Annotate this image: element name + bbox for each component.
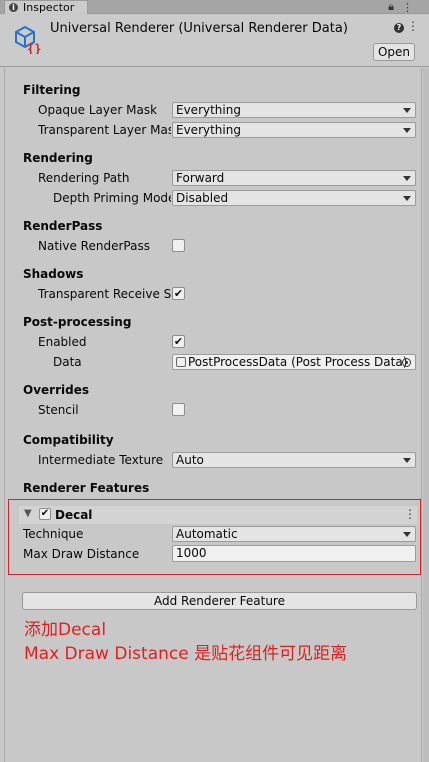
chevron-down-icon	[403, 128, 411, 133]
transparent-layer-mask-label: Transparent Layer Mask	[38, 123, 171, 137]
component-header: {} Universal Renderer (Universal Rendere…	[0, 15, 429, 67]
intermediate-texture-label: Intermediate Texture	[38, 453, 164, 467]
checkmark-icon: ✔	[173, 287, 184, 300]
help-icon[interactable]: ?	[394, 23, 404, 33]
opaque-layer-mask-label: Opaque Layer Mask	[38, 103, 158, 117]
transparent-receive-shadows-checkbox[interactable]: ✔	[172, 287, 185, 300]
chevron-down-icon	[403, 176, 411, 181]
transparent-receive-shadows-label: Transparent Receive Shadows	[38, 287, 171, 301]
checkmark-icon: ✔	[173, 335, 184, 348]
pp-enabled-checkbox[interactable]: ✔	[172, 335, 185, 348]
object-field-value: PostProcessData (Post Process Data)	[188, 355, 408, 369]
tab-bar: i Inspector 🔒︎ ⋮	[0, 0, 429, 14]
section-post-processing: Post-processing	[23, 315, 132, 329]
annotation-highlight-box	[8, 499, 421, 575]
opaque-layer-mask-dropdown[interactable]: Everything	[172, 102, 416, 118]
annotation-line-2: Max Draw Distance 是贴花组件可见距离	[24, 644, 348, 664]
component-title: Universal Renderer (Universal Renderer D…	[50, 21, 348, 36]
section-rendering: Rendering	[23, 151, 93, 165]
section-compatibility: Compatibility	[23, 433, 114, 447]
dropdown-value: Disabled	[176, 191, 229, 205]
dropdown-value: Everything	[176, 103, 241, 117]
section-renderer-features: Renderer Features	[23, 481, 150, 495]
pp-enabled-label: Enabled	[38, 335, 87, 349]
transparent-layer-mask-dropdown[interactable]: Everything	[172, 122, 416, 138]
pp-data-label: Data	[53, 355, 82, 369]
depth-priming-mode-label: Depth Priming Mode	[53, 191, 171, 205]
open-button[interactable]: Open	[373, 43, 415, 61]
stencil-label: Stencil	[38, 403, 79, 417]
lock-icon[interactable]: 🔒︎	[388, 0, 394, 14]
section-overrides: Overrides	[23, 383, 89, 397]
add-renderer-feature-button[interactable]: Add Renderer Feature	[22, 592, 417, 610]
scrollbar[interactable]	[423, 68, 429, 762]
dropdown-value: Everything	[176, 123, 241, 137]
kebab-menu-icon[interactable]: ⋮	[402, 1, 413, 14]
info-icon: i	[9, 3, 18, 12]
tab-actions: 🔒︎ ⋮	[388, 0, 413, 14]
dropdown-value: Auto	[176, 453, 204, 467]
renderer-data-icon: {}	[15, 25, 41, 54]
component-menu-icon[interactable]: ⋮	[407, 19, 419, 33]
intermediate-texture-dropdown[interactable]: Auto	[172, 452, 416, 468]
native-renderpass-label: Native RenderPass	[38, 239, 150, 253]
native-renderpass-checkbox[interactable]	[172, 239, 185, 252]
dropdown-value: Forward	[176, 171, 225, 185]
asset-icon	[176, 357, 186, 367]
rendering-path-dropdown[interactable]: Forward	[172, 170, 416, 186]
chevron-down-icon	[403, 196, 411, 201]
chevron-down-icon	[403, 108, 411, 113]
pp-data-object-field[interactable]: PostProcessData (Post Process Data)	[172, 354, 416, 370]
stencil-checkbox[interactable]	[172, 403, 185, 416]
annotation-line-1: 添加Decal	[24, 620, 107, 640]
object-picker-icon[interactable]	[402, 358, 411, 367]
rendering-path-label: Rendering Path	[38, 171, 130, 185]
depth-priming-mode-dropdown[interactable]: Disabled	[172, 190, 416, 206]
tab-inspector[interactable]: i Inspector	[4, 0, 88, 14]
section-shadows: Shadows	[23, 267, 84, 281]
section-renderpass: RenderPass	[23, 219, 103, 233]
svg-text:{}: {}	[27, 42, 41, 54]
tab-label: Inspector	[23, 1, 75, 14]
section-filtering: Filtering	[23, 83, 81, 97]
chevron-down-icon	[403, 458, 411, 463]
